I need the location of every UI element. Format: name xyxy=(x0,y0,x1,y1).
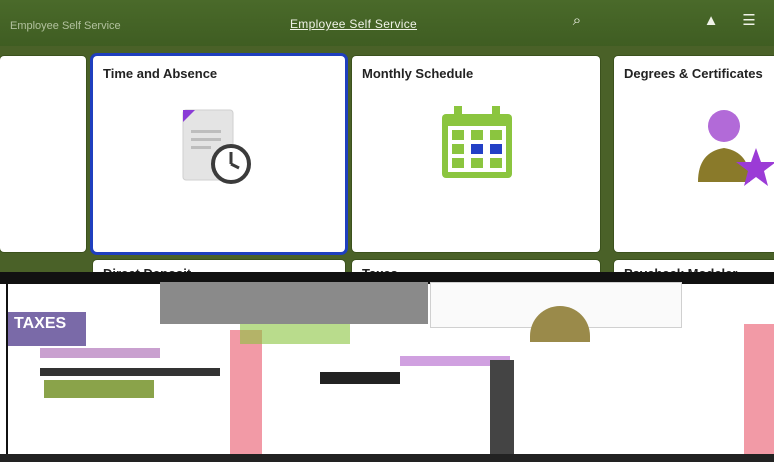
taxes-graphic: TAXES xyxy=(8,312,86,346)
page-title: Employee Self Service xyxy=(290,17,418,31)
render-glitch-area: TAXES xyxy=(0,272,774,462)
tile-degrees-certificates[interactable]: Degrees & Certificates xyxy=(614,56,774,252)
user-star-icon xyxy=(698,110,774,186)
app-frame: Employee Self Service Employee Self Serv… xyxy=(0,0,774,462)
bell-icon[interactable]: ▲ xyxy=(702,12,720,30)
tile-title: Degrees & Certificates xyxy=(624,66,763,81)
tile-monthly-schedule[interactable]: Monthly Schedule xyxy=(352,56,600,252)
tile-title: Monthly Schedule xyxy=(362,66,474,81)
menu-icon[interactable]: ☰ xyxy=(740,12,758,30)
search-icon[interactable]: ⌕ xyxy=(568,12,586,30)
tile-partial-left[interactable] xyxy=(0,56,86,252)
document-clock-icon xyxy=(182,109,251,184)
header-left-text: Employee Self Service xyxy=(10,20,121,32)
tile-time-and-absence[interactable]: Time and Absence xyxy=(93,56,345,252)
header-bar: Employee Self Service Employee Self Serv… xyxy=(0,0,774,48)
tile-title: Time and Absence xyxy=(103,66,218,81)
calendar-icon xyxy=(442,106,512,178)
taxes-graphic-label: TAXES xyxy=(14,315,67,332)
